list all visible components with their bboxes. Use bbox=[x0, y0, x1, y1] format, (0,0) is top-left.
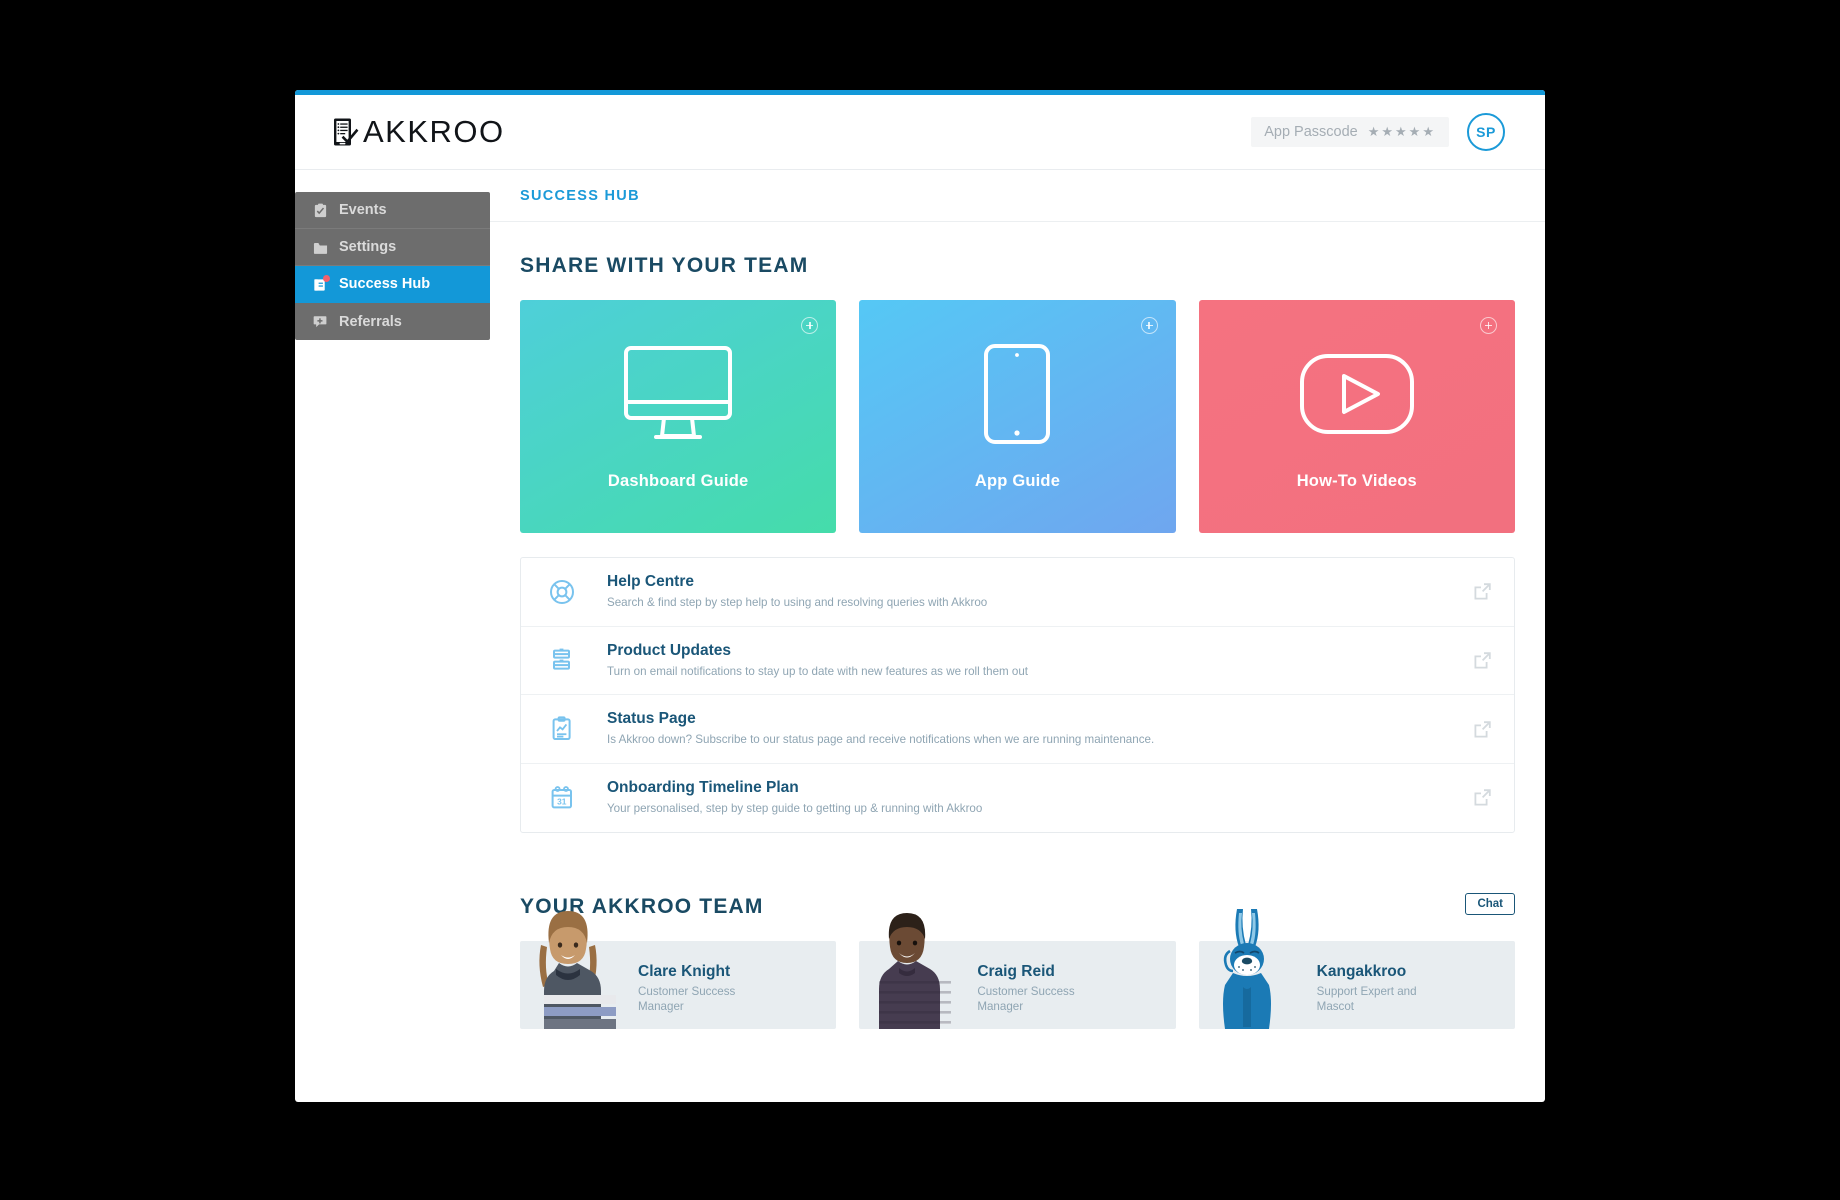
lifebuoy-icon bbox=[547, 579, 577, 605]
clipboard-check-icon bbox=[334, 118, 359, 146]
header-right: App Passcode ★★★★★ SP bbox=[1251, 113, 1505, 151]
breadcrumb[interactable]: SUCCESS HUB bbox=[520, 188, 640, 204]
calendar-31-icon: 31 bbox=[547, 785, 577, 811]
sidebar-item-label: Settings bbox=[339, 239, 397, 255]
notification-badge bbox=[323, 274, 330, 282]
desktop-monitor-icon bbox=[622, 342, 734, 446]
photo-clare-knight bbox=[520, 903, 616, 1029]
team-member-name: Craig Reid bbox=[977, 962, 1055, 980]
guide-card-app-guide[interactable]: App Guide bbox=[859, 300, 1176, 533]
flag-plus-icon bbox=[313, 314, 328, 329]
folder-icon bbox=[313, 240, 328, 255]
brand-logo[interactable]: AKKROO bbox=[333, 114, 505, 150]
resource-title: Product Updates bbox=[607, 641, 732, 659]
sidebar-item-label: Events bbox=[339, 202, 387, 218]
app-window: AKKROO App Passcode ★★★★★ SP Events Sett… bbox=[295, 90, 1545, 1102]
tablet-icon bbox=[982, 342, 1052, 446]
product-updates-icon bbox=[547, 647, 577, 673]
chat-button[interactable]: Chat bbox=[1465, 892, 1515, 915]
photo-craig-reid bbox=[859, 903, 955, 1029]
guide-card-label: App Guide bbox=[974, 472, 1061, 490]
app-header: AKKROO App Passcode ★★★★★ SP bbox=[295, 95, 1545, 170]
resource-title: Onboarding Timeline Plan bbox=[607, 778, 799, 796]
team-card-craig-reid[interactable]: Craig Reid Customer Success Manager bbox=[859, 912, 1176, 1029]
mascot-kangaroo bbox=[1199, 903, 1295, 1029]
guide-card-label: Dashboard Guide bbox=[607, 472, 749, 490]
guide-card-how-to-videos[interactable]: How-To Videos bbox=[1198, 300, 1515, 533]
external-link-icon[interactable] bbox=[1472, 789, 1492, 806]
external-link-icon[interactable] bbox=[1472, 583, 1492, 600]
team-member-role: Customer Success Manager bbox=[977, 984, 1075, 1014]
resource-desc: Turn on email notifications to stay up t… bbox=[607, 664, 1029, 678]
resource-row-onboarding-timeline-plan[interactable]: 31 Onboarding Timeline Plan Your persona… bbox=[521, 764, 1514, 832]
avatar-initials: SP bbox=[1476, 124, 1496, 140]
resource-title: Help Centre bbox=[607, 573, 694, 590]
team-member-role: Support Expert and Mascot bbox=[1316, 984, 1417, 1014]
plus-circle-icon[interactable] bbox=[1140, 317, 1158, 334]
sidebar-item-label: Referrals bbox=[339, 313, 402, 330]
team-member-name: Kangakkroo bbox=[1316, 962, 1407, 980]
guide-card-dashboard-guide[interactable]: Dashboard Guide bbox=[520, 300, 837, 533]
team-member-name: Clare Knight bbox=[638, 962, 731, 980]
svg-text:31: 31 bbox=[557, 796, 567, 806]
sidebar-item-events[interactable]: Events bbox=[295, 192, 490, 229]
resource-list: Help Centre Search & find step by step h… bbox=[520, 557, 1515, 833]
app-passcode-label: App Passcode bbox=[1264, 124, 1358, 140]
share-section-title: SHARE WITH YOUR TEAM bbox=[520, 254, 809, 277]
resource-title: Status Page bbox=[607, 710, 696, 728]
resource-row-help-centre[interactable]: Help Centre Search & find step by step h… bbox=[521, 558, 1514, 627]
sidebar-item-settings[interactable]: Settings bbox=[295, 229, 490, 266]
external-link-icon[interactable] bbox=[1472, 652, 1492, 669]
breadcrumb-bar: SUCCESS HUB bbox=[490, 170, 1545, 222]
team-member-role: Customer Success Manager bbox=[638, 984, 736, 1014]
sidebar-item-label: Success Hub bbox=[339, 276, 431, 292]
team-section-header: YOUR AKKROO TEAM Chat bbox=[520, 892, 1515, 919]
clipboard-chart-icon bbox=[547, 716, 577, 742]
plus-circle-icon[interactable] bbox=[801, 317, 819, 334]
sidebar-item-referrals[interactable]: Referrals bbox=[295, 303, 490, 340]
team-card-clare-knight[interactable]: Clare Knight Customer Success Manager bbox=[520, 910, 837, 1029]
app-passcode-field[interactable]: App Passcode ★★★★★ bbox=[1251, 117, 1449, 147]
team-card-row: Clare Knight Customer Success Manager Cr… bbox=[520, 908, 1515, 1029]
guide-card-label: How-To Videos bbox=[1296, 472, 1417, 490]
resource-row-product-updates[interactable]: Product Updates Turn on email notificati… bbox=[521, 627, 1514, 696]
external-link-icon[interactable] bbox=[1472, 720, 1492, 738]
avatar[interactable]: SP bbox=[1467, 113, 1505, 151]
resource-row-status-page[interactable]: Status Page Is Akkroo down? Subscribe to… bbox=[521, 695, 1514, 764]
clipboard-icon bbox=[313, 203, 328, 218]
resource-desc: Your personalised, step by step guide to… bbox=[607, 801, 983, 815]
video-play-icon bbox=[1298, 342, 1416, 446]
guide-card-row: Dashboard Guide App Guide How-To Videos bbox=[520, 300, 1515, 533]
main-content: SUCCESS HUB SHARE WITH YOUR TEAM Dashboa… bbox=[490, 170, 1545, 1029]
sidebar-item-success-hub[interactable]: Success Hub bbox=[295, 266, 490, 303]
book-badge-icon bbox=[313, 274, 330, 292]
resource-desc: Is Akkroo down? Subscribe to our status … bbox=[607, 733, 1155, 747]
app-body: Events Settings Success Hub Referrals SU… bbox=[295, 170, 1545, 1029]
app-passcode-value: ★★★★★ bbox=[1367, 124, 1436, 139]
resource-desc: Search & find step by step help to using… bbox=[607, 596, 988, 609]
brand-name: AKKROO bbox=[363, 114, 505, 149]
plus-circle-icon[interactable] bbox=[1479, 317, 1497, 334]
team-card-kangakkroo[interactable]: Kangakkroo Support Expert and Mascot bbox=[1198, 908, 1515, 1029]
sidebar: Events Settings Success Hub Referrals bbox=[295, 192, 490, 340]
